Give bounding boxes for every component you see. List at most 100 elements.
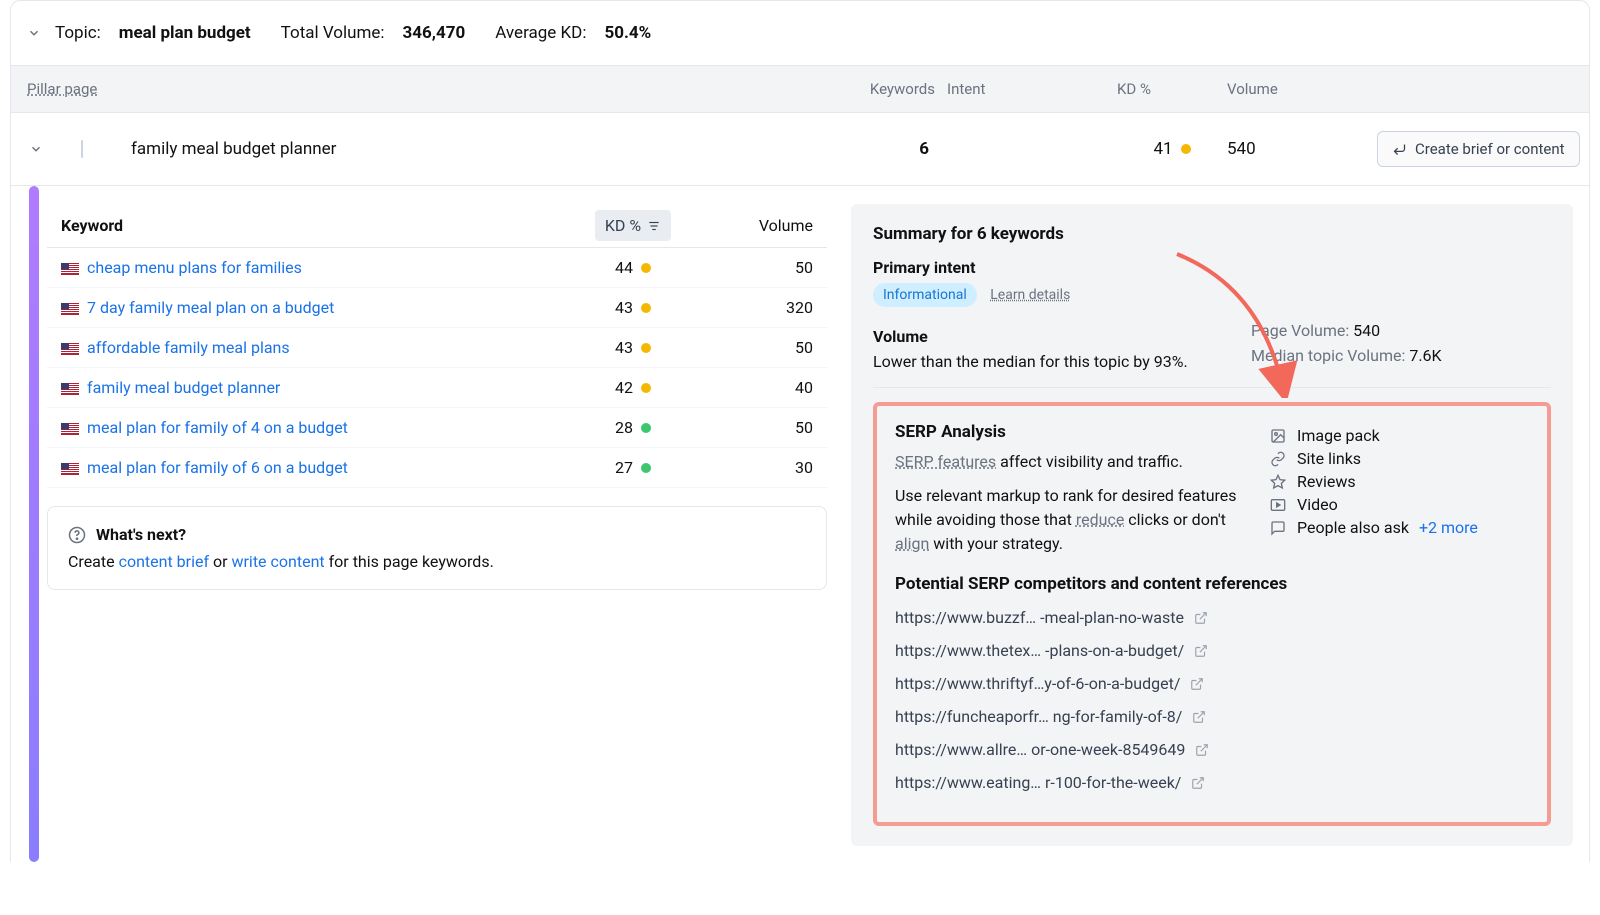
intent-pill: Informational bbox=[873, 283, 977, 307]
cluster-kd: 41 bbox=[1153, 139, 1190, 159]
volume-header: Volume bbox=[1227, 80, 1377, 98]
keyword-table-header: Keyword KD % Volume bbox=[47, 204, 827, 248]
topic-value: meal plan budget bbox=[119, 23, 251, 43]
keyword-col-header: Keyword bbox=[61, 216, 573, 235]
kd-cell: 42 bbox=[573, 378, 693, 397]
serp-analysis-box: SERP Analysis SERP features affect visib… bbox=[873, 402, 1551, 826]
table-row: cheap menu plans for families4450 bbox=[47, 248, 827, 288]
competitor-link[interactable]: https://www.allre… or-one-week-8549649 bbox=[895, 740, 1529, 759]
summary-panel: Summary for 6 keywords Primary intent In… bbox=[851, 204, 1573, 846]
external-link-icon bbox=[1191, 776, 1205, 790]
kd-header: KD % bbox=[1117, 80, 1227, 98]
flag-icon bbox=[61, 383, 79, 395]
whats-next-card: What's next? Create content brief or wri… bbox=[47, 506, 827, 590]
cluster-checkbox[interactable] bbox=[81, 141, 131, 157]
keywords-header: Keywords bbox=[847, 80, 947, 98]
serp-feature-item: People also ask +2 more bbox=[1269, 518, 1529, 537]
feature-icon bbox=[1269, 450, 1287, 468]
cluster-keyword-count: 6 bbox=[847, 139, 947, 159]
chevron-down-icon[interactable] bbox=[25, 24, 43, 42]
write-content-link[interactable]: write content bbox=[231, 552, 324, 571]
serp-feature-item: Video bbox=[1269, 495, 1529, 514]
help-icon bbox=[68, 526, 86, 544]
sort-icon bbox=[647, 219, 661, 233]
keyword-table: Keyword KD % Volume cheap menu plans for… bbox=[47, 192, 827, 598]
volume-cell: 30 bbox=[693, 458, 813, 477]
whats-next-body: Create content brief or write content fo… bbox=[68, 552, 806, 571]
volume-col-header: Volume bbox=[693, 216, 813, 235]
kd-col-header[interactable]: KD % bbox=[595, 210, 671, 241]
competitor-link[interactable]: https://www.thriftyf…y-of-6-on-a-budget/ bbox=[895, 674, 1529, 693]
external-link-icon bbox=[1194, 611, 1208, 625]
table-row: family meal budget planner4240 bbox=[47, 368, 827, 408]
kd-cell: 43 bbox=[573, 298, 693, 317]
external-link-icon bbox=[1192, 710, 1206, 724]
avg-kd-value: 50.4% bbox=[604, 23, 651, 43]
kd-cell: 27 bbox=[573, 458, 693, 477]
table-row: 7 day family meal plan on a budget43320 bbox=[47, 288, 827, 328]
summary-title: Summary for 6 keywords bbox=[873, 224, 1551, 244]
feature-icon bbox=[1269, 427, 1287, 445]
volume-cell: 50 bbox=[693, 418, 813, 437]
keyword-cell[interactable]: 7 day family meal plan on a budget bbox=[61, 298, 573, 317]
serp-title: SERP Analysis bbox=[895, 422, 1249, 442]
cluster-title[interactable]: family meal budget planner bbox=[131, 139, 847, 159]
total-volume-label: Total Volume: bbox=[281, 23, 385, 43]
table-row: affordable family meal plans4350 bbox=[47, 328, 827, 368]
keyword-cell[interactable]: affordable family meal plans bbox=[61, 338, 573, 357]
table-row: meal plan for family of 6 on a budget273… bbox=[47, 448, 827, 488]
external-link-icon bbox=[1190, 677, 1204, 691]
competitors-title: Potential SERP competitors and content r… bbox=[895, 574, 1529, 594]
table-row: meal plan for family of 4 on a budget285… bbox=[47, 408, 827, 448]
accent-bar bbox=[29, 186, 39, 862]
serp-line2: Use relevant markup to rank for desired … bbox=[895, 484, 1249, 556]
volume-cell: 50 bbox=[693, 338, 813, 357]
total-volume-value: 346,470 bbox=[403, 23, 466, 43]
kd-cell: 43 bbox=[573, 338, 693, 357]
competitor-link[interactable]: https://funcheaporfr… ng-for-family-of-8… bbox=[895, 707, 1529, 726]
external-link-icon bbox=[1195, 743, 1209, 757]
volume-cell: 50 bbox=[693, 258, 813, 277]
external-link-icon bbox=[1194, 644, 1208, 658]
serp-feature-item: Image pack bbox=[1269, 426, 1529, 445]
serp-feature-item: Site links bbox=[1269, 449, 1529, 468]
pillar-page-header[interactable]: Pillar page bbox=[27, 80, 847, 98]
keyword-cell[interactable]: family meal budget planner bbox=[61, 378, 573, 397]
flag-icon bbox=[61, 343, 79, 355]
volume-label: Volume bbox=[873, 327, 1227, 346]
flag-icon bbox=[61, 463, 79, 475]
volume-cell: 320 bbox=[693, 298, 813, 317]
competitors-section: Potential SERP competitors and content r… bbox=[895, 574, 1529, 792]
feature-icon bbox=[1269, 519, 1287, 537]
cluster-row: family meal budget planner 6 41 540 Crea… bbox=[10, 113, 1590, 186]
volume-cell: 40 bbox=[693, 378, 813, 397]
chevron-down-icon[interactable] bbox=[27, 140, 45, 158]
competitor-link[interactable]: https://www.eating… r-100-for-the-week/ bbox=[895, 773, 1529, 792]
flag-icon bbox=[61, 423, 79, 435]
more-features-link[interactable]: +2 more bbox=[1419, 518, 1478, 537]
kd-cell: 28 bbox=[573, 418, 693, 437]
whats-next-title: What's next? bbox=[96, 525, 186, 544]
create-brief-button[interactable]: Create brief or content bbox=[1377, 131, 1580, 167]
keyword-cell[interactable]: cheap menu plans for families bbox=[61, 258, 573, 277]
keyword-cell[interactable]: meal plan for family of 6 on a budget bbox=[61, 458, 573, 477]
avg-kd-label: Average KD: bbox=[495, 23, 586, 43]
intent-header: Intent bbox=[947, 80, 1117, 98]
flag-icon bbox=[61, 303, 79, 315]
primary-intent-label: Primary intent bbox=[873, 258, 1551, 277]
feature-icon bbox=[1269, 473, 1287, 491]
serp-line1: SERP features affect visibility and traf… bbox=[895, 450, 1249, 474]
median-volume: Median topic Volume: 7.6K bbox=[1251, 346, 1551, 365]
content-brief-link[interactable]: content brief bbox=[119, 552, 209, 571]
feature-icon bbox=[1269, 496, 1287, 514]
kd-cell: 44 bbox=[573, 258, 693, 277]
cluster-volume: 540 bbox=[1227, 139, 1377, 159]
flag-icon bbox=[61, 263, 79, 275]
column-header-row: Pillar page Keywords Intent KD % Volume bbox=[10, 66, 1590, 113]
serp-feature-item: Reviews bbox=[1269, 472, 1529, 491]
topic-summary-bar: Topic: meal plan budget Total Volume: 34… bbox=[10, 0, 1590, 66]
competitor-link[interactable]: https://www.buzzf… -meal-plan-no-waste bbox=[895, 608, 1529, 627]
learn-details-link[interactable]: Learn details bbox=[990, 287, 1070, 303]
keyword-cell[interactable]: meal plan for family of 4 on a budget bbox=[61, 418, 573, 437]
competitor-link[interactable]: https://www.thetex… -plans-on-a-budget/ bbox=[895, 641, 1529, 660]
